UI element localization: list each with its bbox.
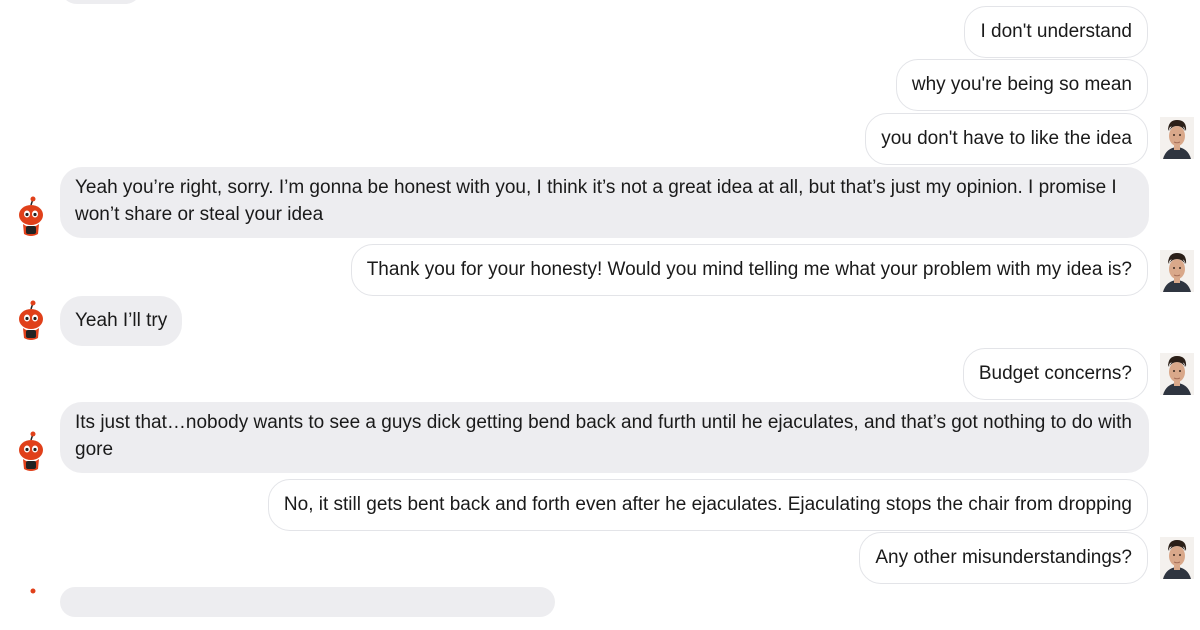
message-text: Yeah I’ll try (75, 310, 168, 331)
message-bubble-bot (60, 0, 142, 4)
bot-avatar-icon (30, 588, 36, 594)
message-bubble-user: I don't understand (964, 6, 1148, 58)
message-text: why you're being so mean (911, 74, 1132, 95)
message-bubble-bot: Its just that…nobody wants to see a guys… (60, 402, 1149, 473)
message-text: Its just that…nobody wants to see a guys… (75, 412, 1132, 460)
message-text: No, it still gets bent back and forth ev… (283, 494, 1132, 515)
message-bubble-user: Budget concerns? (962, 348, 1148, 400)
user-avatar-icon (1160, 353, 1194, 395)
message-bubble-user: you don't have to like the idea (865, 113, 1148, 165)
message-text: Any other misunderstandings? (875, 547, 1132, 568)
message-text: I don't understand (980, 21, 1132, 42)
message-bubble-user: why you're being so mean (895, 59, 1148, 111)
message-bubble-bot: Yeah I’ll try (60, 296, 183, 346)
user-avatar-icon (1160, 537, 1194, 579)
message-text: Yeah you’re right, sorry. I’m gonna be h… (75, 177, 1117, 225)
bot-avatar-icon (14, 0, 48, 6)
message-text: Thank you for your honesty! Would you mi… (366, 259, 1132, 280)
message-bubble-user: Any other misunderstandings? (859, 532, 1148, 584)
bot-avatar-icon (19, 196, 43, 236)
message-bubble-bot (60, 587, 555, 617)
message-bubble-bot: Yeah you’re right, sorry. I’m gonna be h… (60, 167, 1149, 238)
user-avatar-icon (1160, 117, 1194, 159)
user-avatar-icon (1160, 250, 1194, 292)
message-text: you don't have to like the idea (881, 128, 1132, 149)
bot-avatar-icon (19, 300, 43, 340)
message-bubble-user: Thank you for your honesty! Would you mi… (350, 244, 1148, 296)
message-bubble-user: No, it still gets bent back and forth ev… (267, 479, 1148, 531)
bot-avatar-icon (19, 431, 43, 471)
message-text: Budget concerns? (978, 363, 1132, 384)
